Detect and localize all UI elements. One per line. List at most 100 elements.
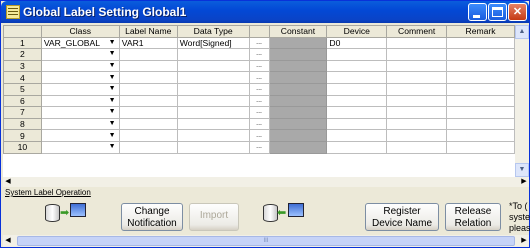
data-type-browse-button[interactable]: ... — [248, 117, 270, 131]
label-name-cell[interactable]: VAR1 — [118, 36, 178, 50]
class-cell[interactable] — [40, 106, 106, 119]
remark-cell[interactable] — [446, 48, 515, 61]
device-header[interactable]: Device — [326, 25, 388, 38]
comment-header[interactable]: Comment — [386, 25, 448, 38]
remark-cell[interactable] — [446, 129, 515, 142]
remark-cell[interactable] — [446, 117, 515, 131]
close-button[interactable]: ✕ — [508, 3, 527, 21]
data-type-browse-button[interactable]: ... — [248, 140, 270, 154]
device-cell[interactable] — [326, 59, 388, 73]
data-type-browse-button[interactable]: ... — [248, 106, 270, 119]
comment-cell[interactable] — [386, 129, 448, 142]
device-cell[interactable] — [326, 117, 388, 131]
scrollbar-thumb[interactable]: III — [17, 236, 515, 246]
class-header[interactable]: Class — [40, 25, 120, 38]
device-cell[interactable] — [326, 48, 388, 61]
label-name-cell[interactable] — [118, 82, 178, 96]
device-cell[interactable] — [326, 129, 388, 142]
label-name-cell[interactable] — [118, 117, 178, 131]
remark-cell[interactable] — [446, 82, 515, 96]
data-type-header[interactable]: Data Type — [176, 25, 250, 38]
class-cell[interactable] — [40, 140, 106, 154]
scroll-left-button[interactable]: ◀ — [3, 177, 13, 187]
import-button[interactable]: Import — [189, 203, 239, 231]
label-name-header[interactable]: Label Name — [118, 25, 178, 38]
remark-cell[interactable] — [446, 71, 515, 84]
class-dropdown-button[interactable]: ▼ — [105, 59, 120, 73]
data-type-cell[interactable] — [176, 129, 250, 142]
comment-cell[interactable] — [386, 71, 448, 84]
remark-cell[interactable] — [446, 94, 515, 108]
class-cell[interactable] — [40, 117, 106, 131]
device-cell[interactable] — [326, 71, 388, 84]
data-type-cell[interactable] — [176, 71, 250, 84]
label-name-cell[interactable] — [118, 59, 178, 73]
data-type-browse-button[interactable]: ... — [248, 59, 270, 73]
class-cell[interactable] — [40, 71, 106, 84]
data-type-browse-button[interactable]: ... — [248, 94, 270, 108]
class-cell[interactable] — [40, 59, 106, 73]
device-cell[interactable] — [326, 94, 388, 108]
label-name-cell[interactable] — [118, 129, 178, 142]
comment-cell[interactable] — [386, 36, 448, 50]
data-type-browse-button[interactable]: ... — [248, 71, 270, 84]
change-notification-button[interactable]: Change Notification — [121, 203, 183, 231]
data-type-browse-button[interactable]: ... — [248, 48, 270, 61]
release-relation-button[interactable]: Release Relation — [445, 203, 501, 231]
data-type-browse-button[interactable]: ... — [248, 36, 270, 50]
data-type-cell[interactable]: Word[Signed] — [176, 36, 250, 50]
remark-cell[interactable] — [446, 36, 515, 50]
maximize-button[interactable] — [488, 3, 507, 21]
vertical-scrollbar[interactable]: ▲ ▼ — [515, 25, 529, 177]
label-name-cell[interactable] — [118, 94, 178, 108]
class-dropdown-button[interactable]: ▼ — [105, 48, 120, 61]
data-type-cell[interactable] — [176, 117, 250, 131]
scroll-down-button[interactable]: ▼ — [515, 163, 529, 177]
class-dropdown-button[interactable]: ▼ — [105, 129, 120, 142]
remark-cell[interactable] — [446, 106, 515, 119]
comment-cell[interactable] — [386, 140, 448, 154]
class-dropdown-button[interactable]: ▼ — [105, 140, 120, 154]
comment-cell[interactable] — [386, 117, 448, 131]
comment-cell[interactable] — [386, 48, 448, 61]
label-name-cell[interactable] — [118, 106, 178, 119]
data-type-browse-button[interactable]: ... — [248, 129, 270, 142]
data-type-cell[interactable] — [176, 82, 250, 96]
data-type-cell[interactable] — [176, 106, 250, 119]
class-dropdown-button[interactable]: ▼ — [105, 94, 120, 108]
class-dropdown-button[interactable]: ▼ — [105, 71, 120, 84]
constant-header[interactable]: Constant — [268, 25, 328, 38]
title-bar[interactable]: Global Label Setting Global1 ✕ — [1, 1, 529, 23]
device-cell[interactable] — [326, 82, 388, 96]
data-type-cell[interactable] — [176, 48, 250, 61]
class-cell[interactable] — [40, 82, 106, 96]
scroll-right-button[interactable]: ▶ — [519, 177, 529, 187]
remark-cell[interactable] — [446, 140, 515, 154]
device-cell[interactable] — [326, 140, 388, 154]
register-device-name-button[interactable]: Register Device Name — [365, 203, 439, 231]
label-name-cell[interactable] — [118, 71, 178, 84]
label-name-cell[interactable] — [118, 48, 178, 61]
class-dropdown-button[interactable]: ▼ — [105, 106, 120, 119]
class-cell[interactable] — [40, 129, 106, 142]
class-cell[interactable]: VAR_GLOBAL — [40, 36, 106, 50]
window-horizontal-scrollbar[interactable]: ◀ III ▶ — [3, 235, 529, 247]
scroll-left-button[interactable]: ◀ — [3, 235, 13, 247]
comment-cell[interactable] — [386, 106, 448, 119]
data-type-cell[interactable] — [176, 59, 250, 73]
device-cell[interactable] — [326, 106, 388, 119]
remark-cell[interactable] — [446, 59, 515, 73]
data-type-cell[interactable] — [176, 94, 250, 108]
scroll-up-button[interactable]: ▲ — [515, 25, 529, 39]
data-type-cell[interactable] — [176, 140, 250, 154]
data-type-browse-button[interactable]: ... — [248, 82, 270, 96]
comment-cell[interactable] — [386, 59, 448, 73]
class-cell[interactable] — [40, 48, 106, 61]
class-dropdown-button[interactable]: ▼ — [105, 117, 120, 131]
grid-horizontal-scrollbar[interactable]: ◀ ▶ — [3, 177, 529, 187]
minimize-button[interactable] — [468, 3, 487, 21]
remark-header[interactable]: Remark — [446, 25, 515, 38]
class-dropdown-button[interactable]: ▼ — [105, 82, 120, 96]
class-cell[interactable] — [40, 94, 106, 108]
class-dropdown-button[interactable]: ▼ — [105, 36, 120, 50]
